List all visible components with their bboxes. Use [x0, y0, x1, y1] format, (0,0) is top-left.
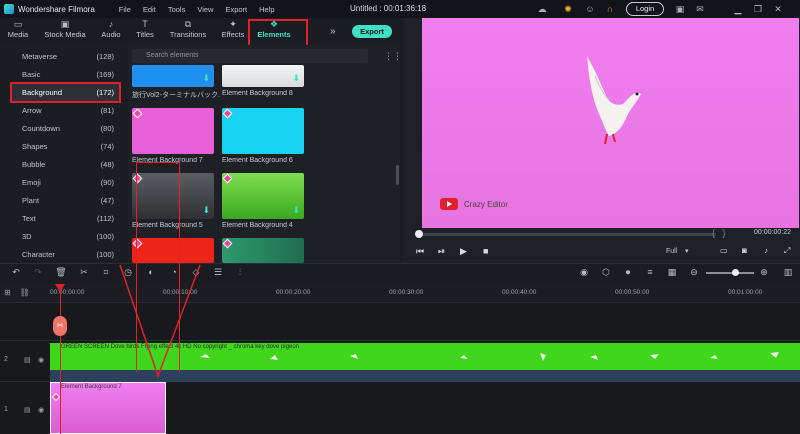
drag-annotation-arrow	[119, 264, 201, 379]
